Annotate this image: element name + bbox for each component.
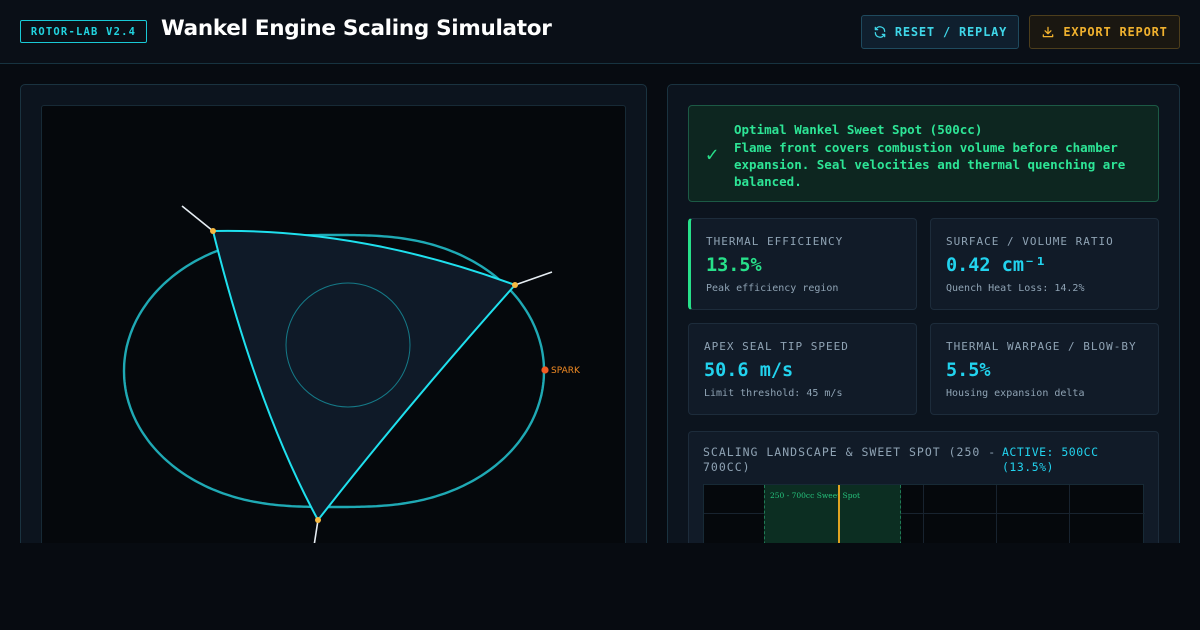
card-value: 0.42 cm⁻¹ [946, 255, 1047, 276]
card-value: 13.5% [706, 255, 762, 276]
top-bar: ROTOR-LAB V2.4 Wankel Engine Scaling Sim… [0, 0, 1200, 64]
apex-point-3 [315, 517, 321, 523]
thermal-warpage-card: THERMAL WARPAGE / BLOW-BY 5.5% Housing e… [930, 323, 1159, 415]
simulation-panel: SPARK [20, 84, 647, 555]
card-label: SURFACE / VOLUME RATIO [946, 235, 1114, 248]
reset-replay-button[interactable]: RESET / REPLAY [861, 15, 1019, 49]
spark-label: SPARK [551, 366, 580, 376]
card-subtext: Quench Heat Loss: 14.2% [946, 283, 1085, 294]
thermal-efficiency-card: THERMAL EFFICIENCY 13.5% Peak efficiency… [688, 218, 917, 310]
card-value: 50.6 m/s [704, 360, 794, 381]
sweet-spot-label: 250 - 700cc Sweet Spot [770, 491, 861, 500]
check-icon: ✓ [706, 142, 719, 166]
card-subtext: Peak efficiency region [706, 283, 839, 294]
card-value: 5.5% [946, 360, 991, 381]
landscape-title: SCALING LANDSCAPE & SWEET SPOT (250 - 70… [703, 445, 997, 474]
landscape-active-readout: ACTIVE: 500CC (13.5%) [1002, 445, 1099, 474]
scaling-landscape: SCALING LANDSCAPE & SWEET SPOT (250 - 70… [688, 431, 1159, 561]
reset-replay-label: RESET / REPLAY [894, 25, 1008, 39]
download-icon [1043, 26, 1054, 38]
status-description: Flame front covers combustion volume bef… [734, 140, 1126, 189]
status-banner: ✓ Optimal Wankel Sweet Spot (500cc) Flam… [688, 105, 1159, 202]
bottom-background [0, 543, 1200, 630]
export-report-label: EXPORT REPORT [1063, 25, 1168, 39]
app-title: Wankel Engine Scaling Simulator [161, 16, 552, 41]
card-label: APEX SEAL TIP SPEED [704, 340, 849, 353]
spark-plug-dot [541, 366, 549, 374]
rotor-visualization[interactable]: SPARK [41, 105, 626, 555]
apex-seal-2 [514, 271, 553, 286]
apex-point-2 [512, 282, 518, 288]
rotor [211, 229, 517, 522]
version-badge: ROTOR-LAB V2.4 [20, 20, 147, 43]
card-label: THERMAL EFFICIENCY [706, 235, 844, 248]
card-label: THERMAL WARPAGE / BLOW-BY [946, 340, 1137, 353]
export-report-button[interactable]: EXPORT REPORT [1029, 15, 1180, 49]
apex-point-1 [210, 228, 216, 234]
apex-seal-1 [181, 205, 214, 232]
card-subtext: Limit threshold: 45 m/s [704, 388, 843, 399]
refresh-icon [874, 26, 886, 38]
card-subtext: Housing expansion delta [946, 388, 1085, 399]
surface-volume-card: SURFACE / VOLUME RATIO 0.42 cm⁻¹ Quench … [930, 218, 1159, 310]
apex-seal-speed-card: APEX SEAL TIP SPEED 50.6 m/s Limit thres… [688, 323, 917, 415]
metrics-panel: ✓ Optimal Wankel Sweet Spot (500cc) Flam… [667, 84, 1180, 561]
status-title: Optimal Wankel Sweet Spot (500cc) [734, 122, 983, 137]
